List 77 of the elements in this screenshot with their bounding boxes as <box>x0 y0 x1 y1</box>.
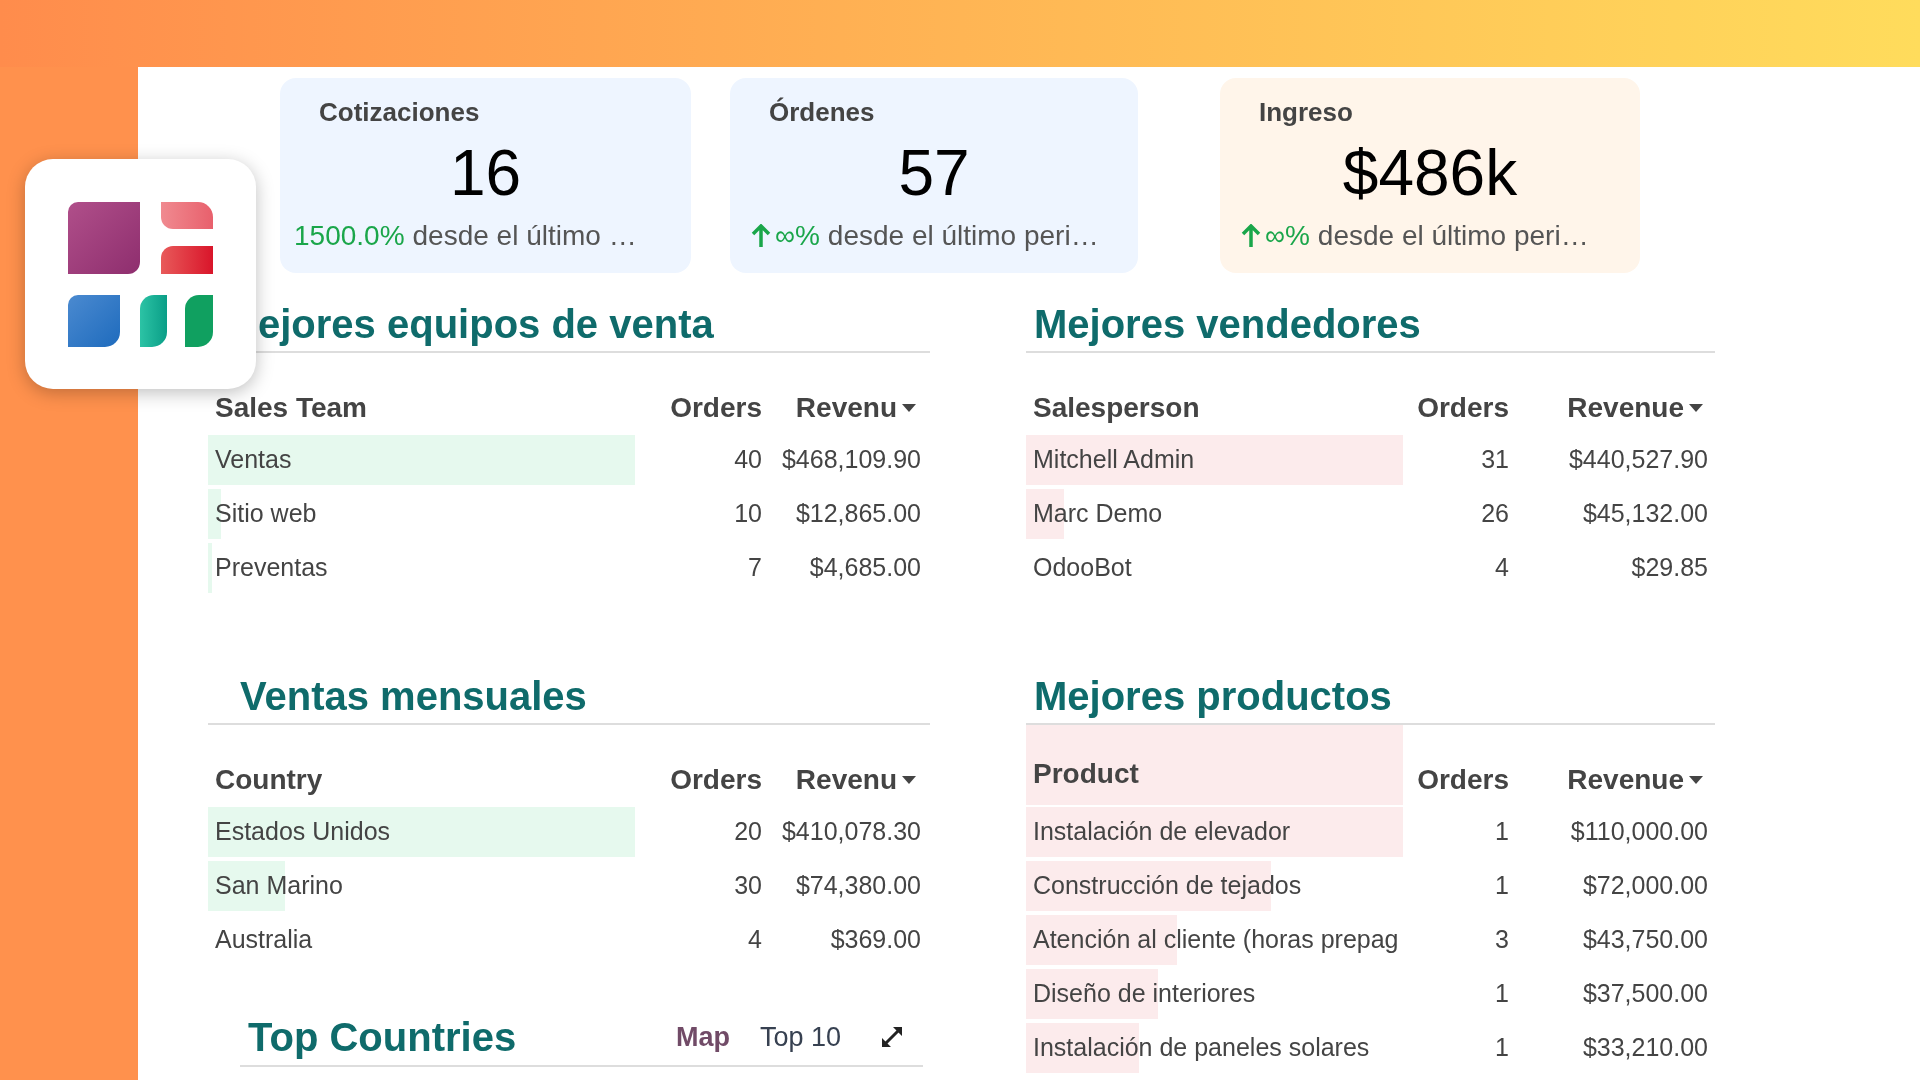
column-header[interactable]: Orders <box>1403 755 1513 805</box>
kpi-value: 57 <box>897 136 971 211</box>
column-header[interactable]: Sales Team <box>208 383 635 433</box>
column-header[interactable]: Product <box>1026 725 1403 805</box>
caret-icon <box>901 775 917 785</box>
view-tab[interactable]: Map <box>667 1016 738 1058</box>
section-title: Top Countries <box>248 1014 518 1061</box>
kpi-value: 16 <box>448 136 523 211</box>
kpi-change: ∞% <box>775 219 820 253</box>
table-cell-text: $72,000.00 <box>1581 870 1708 902</box>
table-cell-text: Sitio web <box>214 498 317 530</box>
table-cell-text: 31 <box>1480 444 1510 476</box>
column-header[interactable]: Orders <box>635 383 766 433</box>
table-cell-text: 4 <box>1494 552 1510 584</box>
kpi-change: 1500.0% <box>294 219 405 253</box>
logo-icon <box>68 201 213 347</box>
kpi-note: desde el último peri… <box>827 219 1099 253</box>
column-header[interactable]: Revenu <box>766 383 921 433</box>
kpi-note: desde el último peri… <box>1317 219 1589 253</box>
table-cell-text: $110,000.00 <box>1569 816 1708 848</box>
table-cell-text: 1 <box>1494 1032 1510 1064</box>
caret-icon <box>1688 775 1704 785</box>
table-cell-text: 26 <box>1480 498 1510 530</box>
table-cell-text: Preventas <box>214 552 328 584</box>
table-cell-text: 1 <box>1494 816 1510 848</box>
column-header[interactable]: Orders <box>635 755 766 805</box>
table-cell-text: 1 <box>1494 870 1510 902</box>
kpi-value: $486k <box>1341 136 1519 211</box>
caret-icon <box>901 403 917 413</box>
table-cell-text: Marc Demo <box>1032 498 1163 530</box>
table-cell-text: $12,865.00 <box>794 498 921 530</box>
column-header[interactable]: Country <box>208 755 635 805</box>
table-cell-text: $33,210.00 <box>1581 1032 1708 1064</box>
view-tab[interactable]: Top 10 <box>751 1016 849 1058</box>
table-cell-text: $4,685.00 <box>808 552 921 584</box>
kpi-label: Órdenes <box>769 96 876 129</box>
table-cell-text: Diseño de interiores <box>1032 978 1256 1010</box>
table-cell-text: 20 <box>733 816 763 848</box>
column-header[interactable]: Salesperson <box>1026 383 1403 433</box>
table-cell-text: $29.85 <box>1630 552 1708 584</box>
table-cell-text: Australia <box>214 924 313 956</box>
expand-icon[interactable] <box>879 1024 905 1050</box>
table-cell-text: $43,750.00 <box>1581 924 1708 956</box>
table-cell-text: San Marino <box>214 870 343 902</box>
table-cell-text: 4 <box>747 924 763 956</box>
table-cell-text: Estados Unidos <box>214 816 391 848</box>
column-header[interactable]: Revenu <box>766 755 921 805</box>
table-cell-text: Atención al cliente (horas prepag <box>1032 924 1399 956</box>
table-cell-text: $440,527.90 <box>1567 444 1708 476</box>
table-cell-text: Ventas <box>214 444 292 476</box>
kpi-note: desde el último … <box>412 219 637 253</box>
kpi-label: Cotizaciones <box>319 96 481 129</box>
table-cell-text: OdooBot <box>1032 552 1132 584</box>
table-cell-text: $468,109.90 <box>780 444 921 476</box>
table-cell-text: Construcción de tejados <box>1032 870 1302 902</box>
column-header[interactable]: Revenue <box>1513 383 1708 433</box>
table-cell-text: 3 <box>1494 924 1510 956</box>
kpi-change: ∞% <box>1265 219 1310 253</box>
table-cell-text: $74,380.00 <box>794 870 921 902</box>
table-cell-text: 40 <box>733 444 763 476</box>
column-header[interactable]: Revenue <box>1513 755 1708 805</box>
section-title: Ventas mensuales <box>208 672 930 725</box>
table-cell-text: $45,132.00 <box>1581 498 1708 530</box>
table-cell-text: Instalación de elevador <box>1032 816 1291 848</box>
column-header[interactable]: Orders <box>1403 383 1513 433</box>
table-cell-text: $37,500.00 <box>1581 978 1708 1010</box>
table-cell-text: 10 <box>733 498 763 530</box>
table-cell-text: 30 <box>733 870 763 902</box>
table-cell-text: 7 <box>747 552 763 584</box>
caret-icon <box>1688 403 1704 413</box>
table-cell-text: $410,078.30 <box>780 816 921 848</box>
table-cell-text: $369.00 <box>829 924 921 956</box>
table-cell-text: 1 <box>1494 978 1510 1010</box>
table-cell-text: Instalación de paneles solares <box>1032 1032 1370 1064</box>
table-cell-text: Mitchell Admin <box>1032 444 1195 476</box>
kpi-label: Ingreso <box>1259 96 1354 129</box>
section-title: Mejores vendedores <box>1026 300 1715 353</box>
